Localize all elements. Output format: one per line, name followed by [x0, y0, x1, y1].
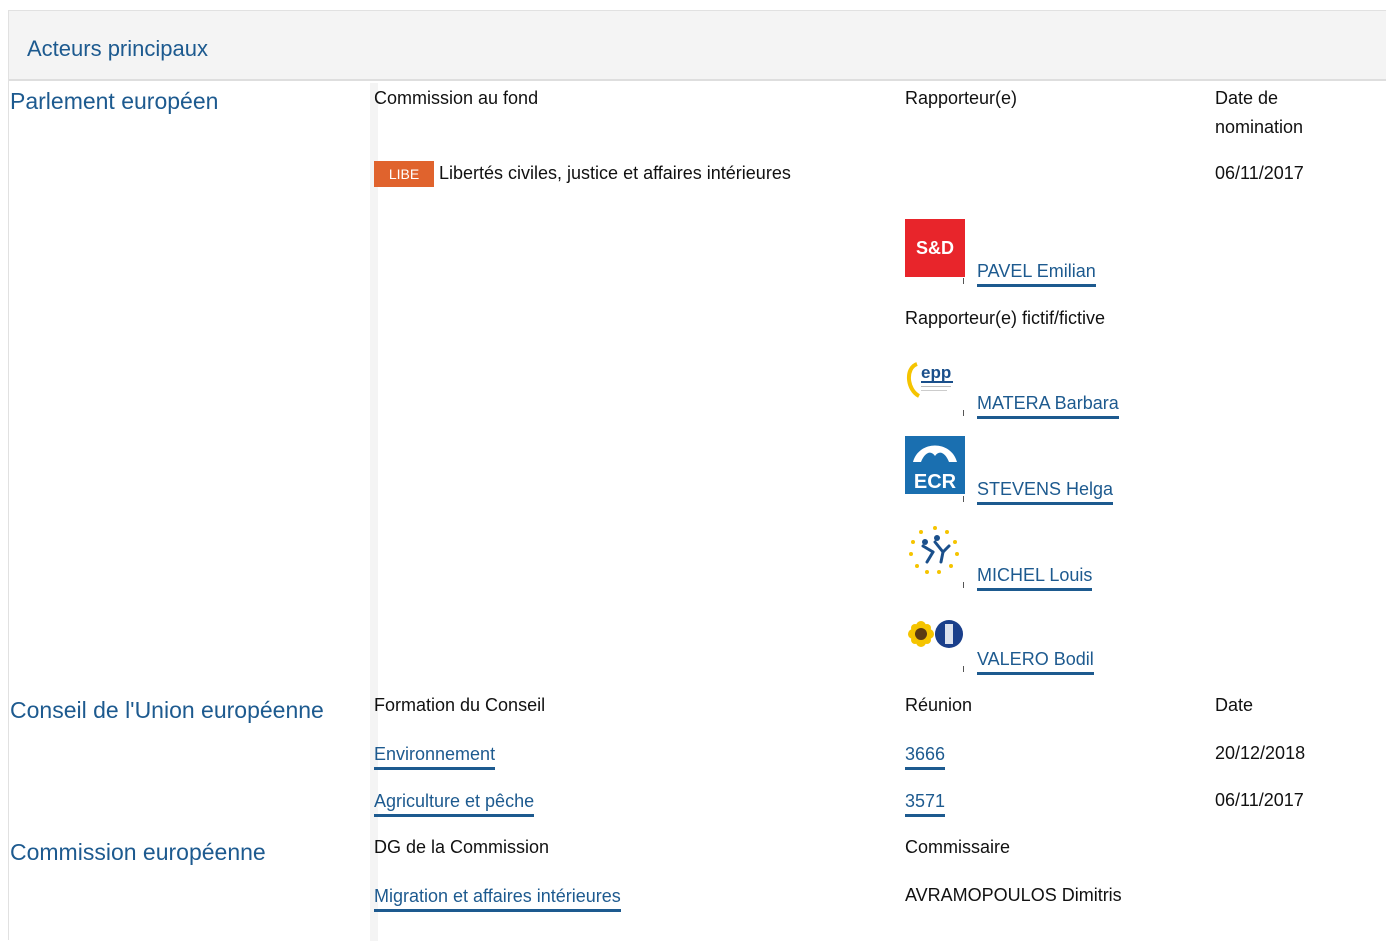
key-players-panel: Acteurs principaux — [8, 10, 1386, 941]
committee-name: Libertés civiles, justice et affaires in… — [439, 163, 791, 183]
header-date-nomination-1: Date de — [1215, 88, 1279, 108]
body-name-commission: Commission européenne — [10, 839, 266, 865]
shadow-rapporteur-link[interactable]: VALERO Bodil — [977, 648, 1094, 675]
council-formation-link[interactable]: Agriculture et pêche — [374, 790, 535, 817]
council-meeting-link[interactable]: 3666 — [905, 743, 946, 770]
committee-badge: LIBE — [374, 161, 434, 187]
commission-dg-link[interactable]: Migration et affaires intérieures — [374, 885, 621, 912]
ecr-group-logo: ECR — [905, 436, 965, 494]
panel-header: Acteurs principaux — [9, 11, 1386, 81]
council-date: 20/12/2018 — [1215, 743, 1306, 763]
tick-mark — [963, 410, 964, 416]
efdd-group-logo — [905, 522, 965, 580]
header-council-formation: Formation du Conseil — [374, 695, 546, 715]
rapporteur-link[interactable]: PAVEL Emilian — [977, 260, 1096, 287]
tick-mark — [963, 496, 964, 502]
body-name-council: Conseil de l'Union européenne — [10, 697, 324, 723]
header-council-date: Date — [1215, 695, 1254, 715]
tick-mark — [963, 278, 964, 284]
commissioner-name: AVRAMOPOULOS Dimitris — [905, 885, 1122, 905]
council-meeting-link[interactable]: 3571 — [905, 790, 946, 817]
header-commission-dg: DG de la Commission — [374, 837, 550, 857]
shadow-rapporteur-label: Rapporteur(e) fictif/fictive — [905, 308, 1106, 328]
header-date-nomination-2: nomination — [1215, 117, 1304, 137]
epp-logo-text: epp — [921, 363, 951, 382]
body-name-parliament: Parlement européen — [10, 88, 219, 114]
header-council-meeting: Réunion — [905, 695, 973, 715]
shadow-rapporteur-link[interactable]: MATERA Barbara — [977, 392, 1119, 419]
header-commissioner: Commissaire — [905, 837, 1011, 857]
tick-mark — [963, 582, 964, 588]
shadow-rapporteur-link[interactable]: STEVENS Helga — [977, 478, 1114, 505]
sd-group-logo: S&D — [905, 219, 965, 277]
panel-title: Acteurs principaux — [27, 36, 208, 61]
header-committee: Commission au fond — [374, 88, 539, 108]
committee-date: 06/11/2017 — [1215, 163, 1304, 183]
tick-mark — [963, 666, 964, 672]
greens-group-logo — [905, 608, 965, 666]
council-date: 06/11/2017 — [1215, 790, 1304, 810]
epp-group-logo: epp — [905, 352, 965, 410]
header-rapporteur: Rapporteur(e) — [905, 88, 1018, 108]
shadow-rapporteur-link[interactable]: MICHEL Louis — [977, 564, 1093, 591]
ecr-logo-text: ECR — [914, 471, 957, 493]
council-formation-link[interactable]: Environnement — [374, 743, 496, 770]
